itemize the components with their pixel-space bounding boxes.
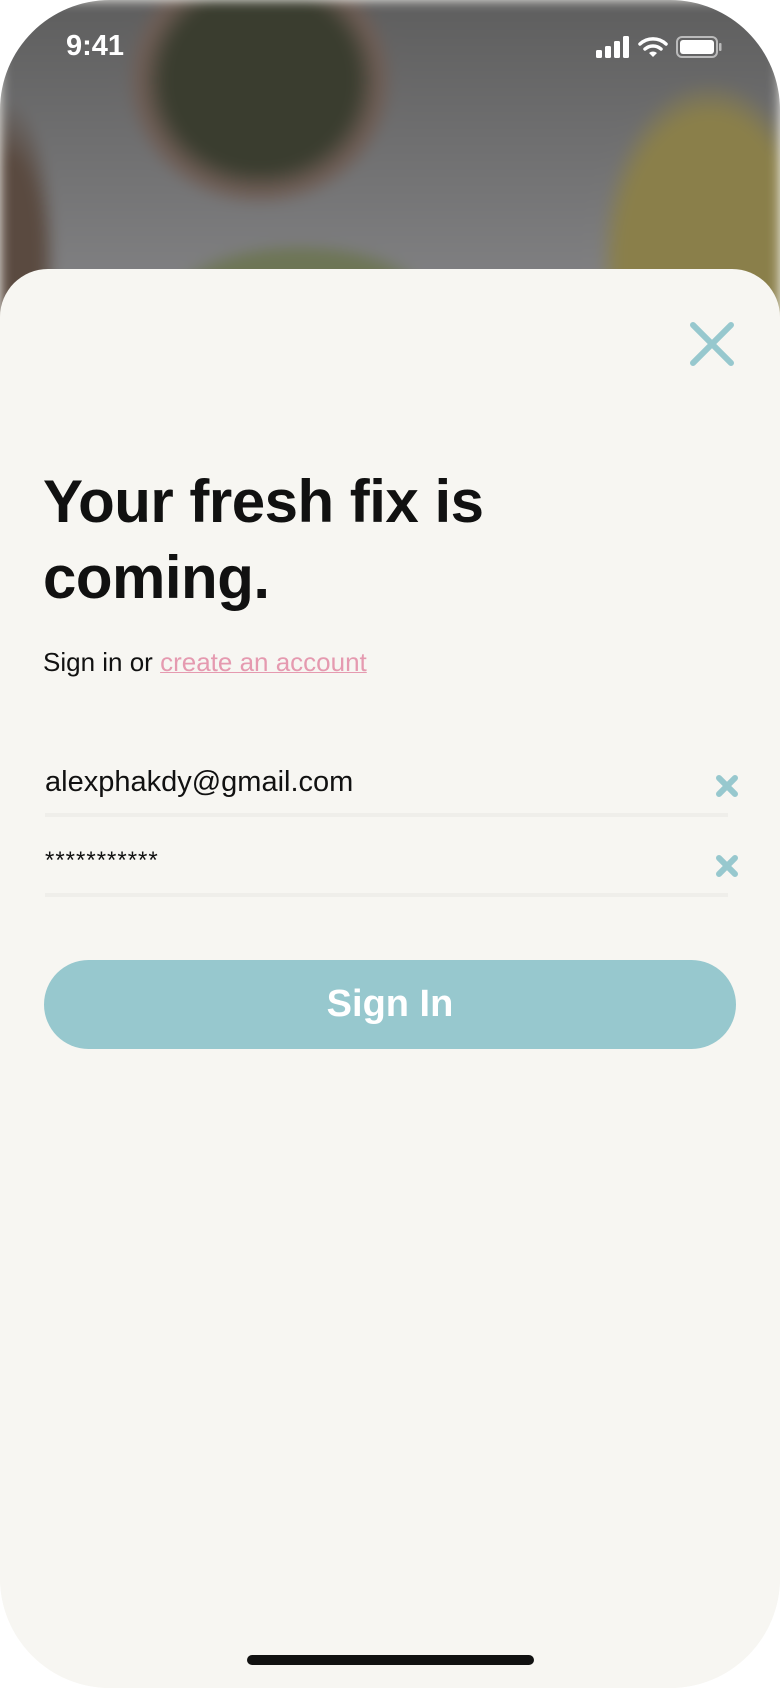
clear-email-icon[interactable]	[714, 773, 740, 799]
subtitle: Sign in or create an account	[43, 647, 367, 678]
page-title: Your fresh fix is coming.	[43, 468, 484, 611]
email-value[interactable]: alexphakdy@gmail.com	[45, 766, 353, 799]
clear-password-icon[interactable]	[714, 853, 740, 879]
phone-screen: 9:41 Your fresh fix is coming. Sign in o…	[0, 0, 780, 1688]
sign-in-button[interactable]: Sign In	[44, 960, 736, 1049]
home-indicator[interactable]	[247, 1655, 534, 1665]
email-field[interactable]: alexphakdy@gmail.com	[45, 757, 738, 817]
status-time: 9:41	[66, 30, 125, 62]
create-account-link[interactable]: create an account	[160, 647, 367, 677]
battery-icon	[676, 36, 722, 58]
subtitle-prefix: Sign in or	[43, 647, 161, 677]
wifi-icon	[638, 37, 668, 57]
status-bar: 9:41	[0, 28, 780, 68]
password-value[interactable]: ***********	[45, 847, 159, 875]
close-icon[interactable]	[689, 321, 735, 367]
password-field[interactable]: ***********	[45, 837, 738, 897]
signal-icon	[596, 36, 629, 58]
sign-in-sheet: Your fresh fix is coming. Sign in or cre…	[0, 269, 780, 1688]
